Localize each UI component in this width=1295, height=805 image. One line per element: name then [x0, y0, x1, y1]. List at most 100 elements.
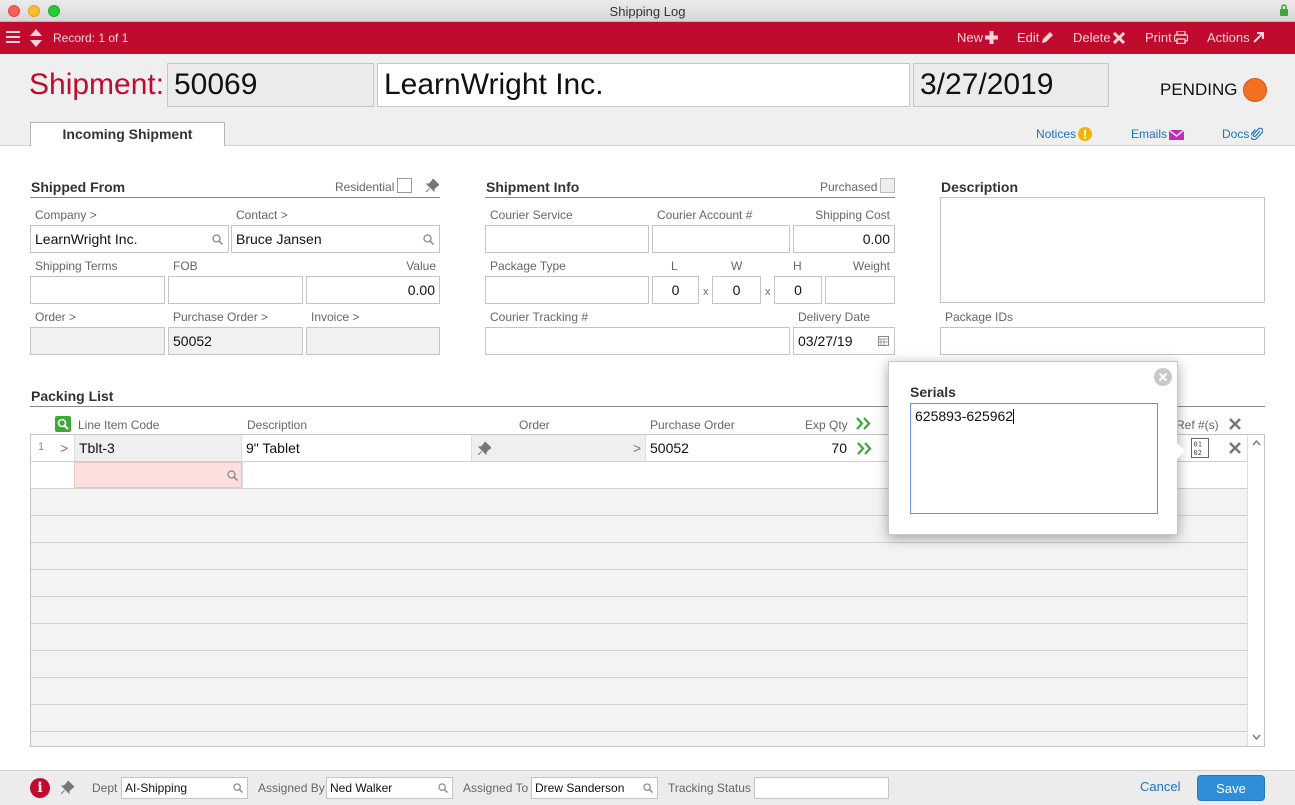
new-line-item-code-input[interactable]: [74, 462, 242, 488]
serial-numbers-icon[interactable]: 0102: [1191, 438, 1209, 458]
popover-arrow: [1176, 442, 1185, 460]
assigned-to-label: Assigned To: [463, 781, 529, 795]
notices-link[interactable]: Notices: [1036, 127, 1093, 141]
printer-icon: [1173, 30, 1188, 45]
record-nav-arrows-icon[interactable]: [29, 28, 43, 48]
double-chevron-icon[interactable]: [857, 442, 872, 455]
company-field[interactable]: LearnWright Inc.: [30, 225, 229, 253]
fob-field[interactable]: [168, 276, 303, 304]
order-arrow[interactable]: >: [633, 440, 641, 456]
external-arrow-icon: [1252, 32, 1264, 43]
col-line-item-code: Line Item Code: [78, 418, 160, 432]
company-label[interactable]: Company >: [35, 208, 97, 222]
residential-label: Residential: [335, 180, 395, 194]
col-exp-qty: Exp Qty: [805, 418, 848, 432]
purchased-label: Purchased: [820, 180, 878, 194]
cancel-button[interactable]: Cancel: [1140, 779, 1180, 794]
col-ref: Ref #(s): [1176, 418, 1219, 432]
shipped-from-divider: [30, 197, 440, 198]
tab-incoming-shipment[interactable]: Incoming Shipment: [30, 122, 225, 146]
pin-icon[interactable]: [426, 179, 439, 192]
courier-tracking-label: Courier Tracking #: [490, 310, 589, 324]
shipping-cost-field[interactable]: 0.00: [793, 225, 895, 253]
courier-account-field[interactable]: [652, 225, 790, 253]
contact-field[interactable]: Bruce Jansen: [231, 225, 440, 253]
save-button[interactable]: Save: [1197, 775, 1265, 801]
invoice-label[interactable]: Invoice >: [311, 310, 359, 324]
search-icon: [423, 234, 434, 245]
envelope-icon: [1168, 129, 1185, 140]
grid-scrollbar[interactable]: [1247, 435, 1264, 746]
package-type-field[interactable]: [485, 276, 649, 304]
height-field[interactable]: 0: [774, 276, 822, 304]
weight-label: Weight: [852, 259, 890, 273]
line-item-code-cell[interactable]: Tblt-3: [74, 435, 242, 461]
dimension-separator: x: [703, 286, 709, 298]
window-titlebar: Shipping Log: [0, 0, 1295, 22]
delete-button[interactable]: Delete: [1073, 30, 1125, 45]
description-cell[interactable]: 9" Tablet: [242, 435, 472, 461]
assigned-to-field[interactable]: Drew Sanderson: [531, 777, 658, 799]
tracking-status-field[interactable]: [754, 777, 889, 799]
assigned-by-label: Assigned By: [258, 781, 325, 795]
shipping-terms-field[interactable]: [30, 276, 165, 304]
width-label: W: [731, 259, 743, 273]
purchased-checkbox[interactable]: [880, 178, 895, 193]
docs-link[interactable]: Docs: [1222, 127, 1264, 141]
close-popover-button[interactable]: [1154, 368, 1172, 386]
courier-service-label: Courier Service: [490, 208, 573, 222]
description-title: Description: [941, 179, 1019, 195]
search-icon: [438, 783, 448, 793]
pin-icon[interactable]: [478, 442, 491, 455]
clear-all-icon[interactable]: [1229, 418, 1241, 430]
chevron-down-icon[interactable]: [1252, 734, 1261, 740]
order-label[interactable]: Order >: [35, 310, 76, 324]
delivery-date-field[interactable]: 03/27/19: [793, 327, 895, 355]
description-textarea[interactable]: [940, 197, 1265, 303]
close-icon: [1158, 372, 1168, 382]
status-indicator[interactable]: [1243, 78, 1267, 102]
value-field[interactable]: 0.00: [306, 276, 440, 304]
window-title: Shipping Log: [609, 4, 686, 19]
dimension-separator: x: [765, 286, 771, 298]
assigned-by-field[interactable]: Ned Walker: [326, 777, 453, 799]
contact-label[interactable]: Contact >: [236, 208, 288, 222]
print-button[interactable]: Print: [1145, 30, 1188, 45]
footer-bar: i Dept AI-Shipping Assigned By Ned Walke…: [0, 770, 1295, 805]
new-button[interactable]: New: [957, 30, 999, 45]
order-cell[interactable]: >: [472, 435, 646, 461]
dept-field[interactable]: AI-Shipping: [121, 777, 248, 799]
shipped-from-title: Shipped From: [31, 179, 126, 195]
actions-button[interactable]: Actions: [1207, 30, 1265, 45]
calendar-icon: [878, 336, 889, 346]
chevron-up-icon[interactable]: [1252, 440, 1261, 446]
shipment-info-divider: [485, 197, 895, 198]
edit-button[interactable]: Edit: [1017, 30, 1054, 45]
weight-field[interactable]: [825, 276, 895, 304]
package-type-label: Package Type: [490, 259, 566, 273]
shipment-info-title: Shipment Info: [486, 179, 580, 195]
emails-link[interactable]: Emails: [1131, 127, 1185, 141]
serials-textarea[interactable]: 625893-625962: [910, 403, 1158, 514]
width-field[interactable]: 0: [712, 276, 761, 304]
purchase-order-label[interactable]: Purchase Order >: [173, 310, 268, 324]
residential-checkbox[interactable]: [397, 178, 412, 193]
courier-tracking-field[interactable]: [485, 327, 790, 355]
package-ids-field[interactable]: [940, 327, 1265, 355]
column-divider: [242, 462, 243, 488]
pin-icon[interactable]: [61, 781, 74, 794]
hamburger-menu-icon[interactable]: [6, 30, 20, 44]
expand-row-arrow[interactable]: >: [60, 440, 68, 456]
table-row: [31, 543, 1248, 570]
length-label: L: [671, 259, 678, 273]
info-icon[interactable]: i: [30, 778, 50, 798]
delete-row-icon[interactable]: [1229, 442, 1241, 454]
double-chevron-icon[interactable]: [856, 417, 871, 430]
search-icon[interactable]: [227, 470, 238, 481]
length-field[interactable]: 0: [652, 276, 699, 304]
record-toolbar: Record: 1 of 1 New Edit Delete Print Act…: [0, 22, 1295, 54]
courier-service-field[interactable]: [485, 225, 649, 253]
company-name-field[interactable]: LearnWright Inc.: [377, 63, 910, 107]
search-lines-icon[interactable]: [55, 416, 71, 432]
fob-label: FOB: [173, 259, 198, 273]
